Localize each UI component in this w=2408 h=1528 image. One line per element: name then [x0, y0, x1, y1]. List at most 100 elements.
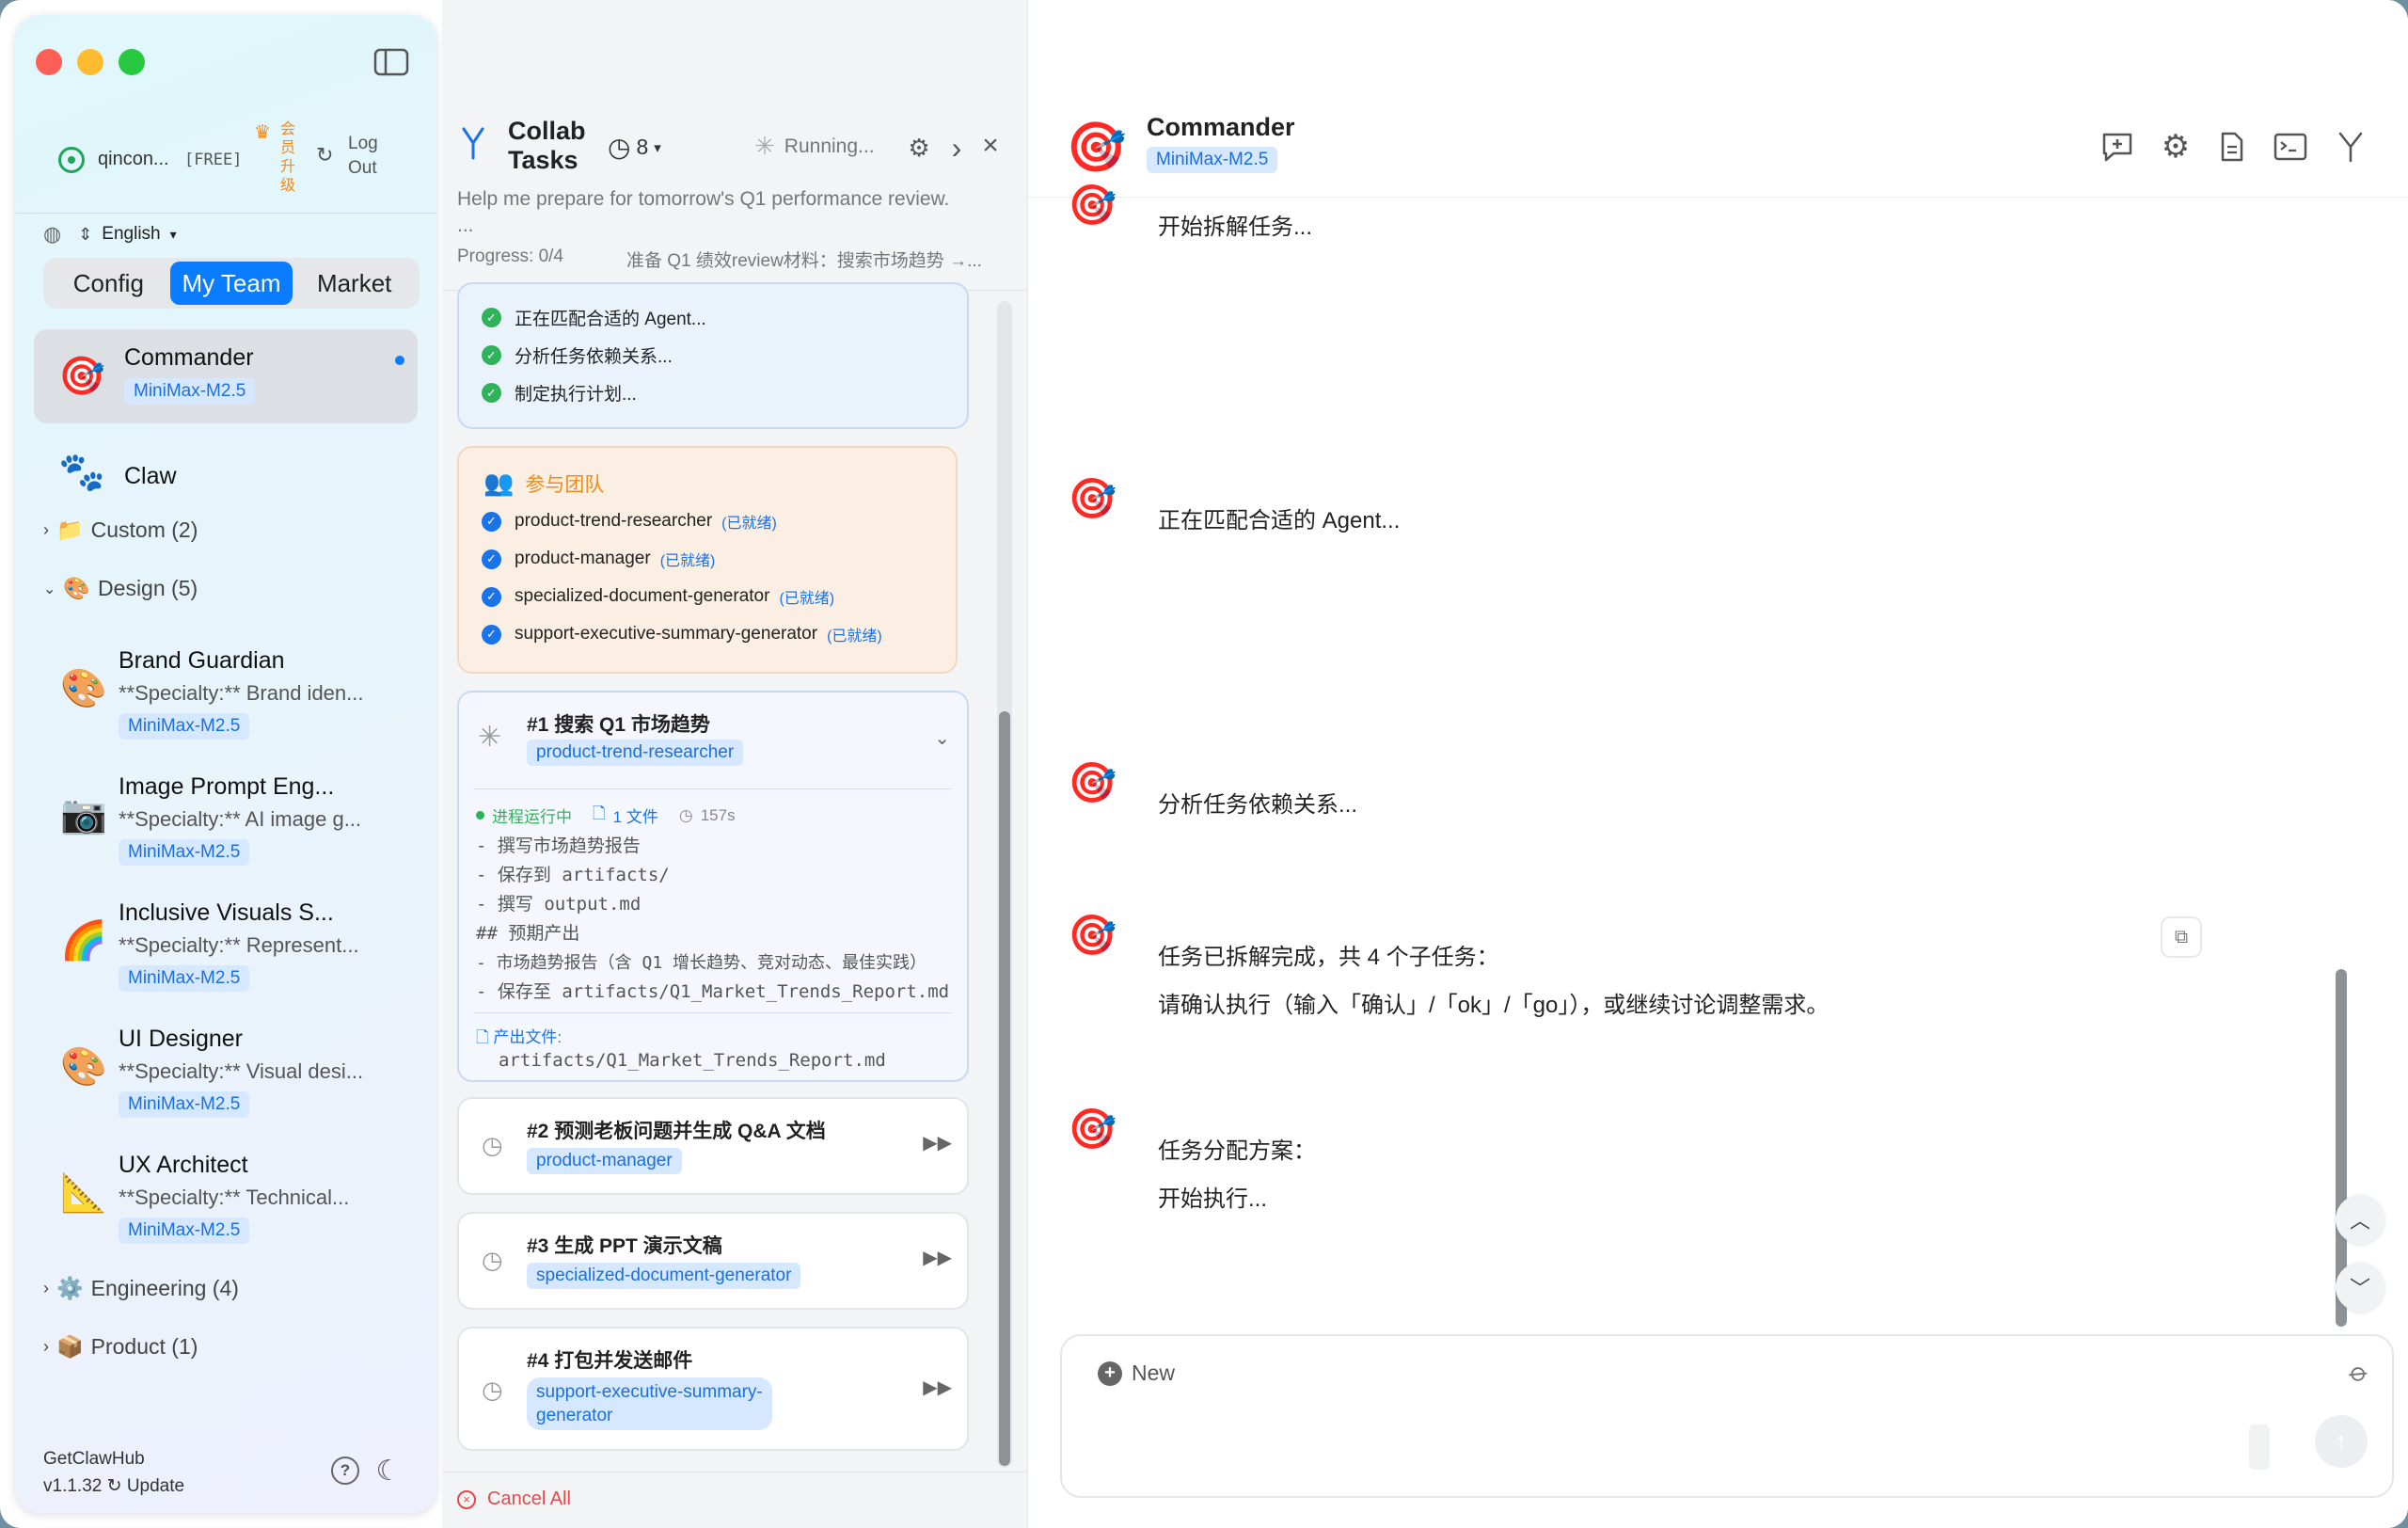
user-row: qincon... [FREE] ♛ 会员升级 ↻ Log Out — [43, 120, 420, 205]
send-button[interactable]: ↑ — [2315, 1415, 2368, 1468]
tab-market[interactable]: Market — [293, 262, 416, 305]
zoom-window-button[interactable] — [119, 49, 145, 75]
check-icon: ✓ — [482, 308, 501, 327]
target-icon: 🎯 — [1068, 1106, 1117, 1151]
scroll-up-icon[interactable]: ︿ — [2336, 1195, 2384, 1244]
task-card-2[interactable]: ◷ #2 预测老板问题并生成 Q&A 文档 product-manager ▶▶ — [457, 1097, 969, 1195]
user-name[interactable]: qincon... — [98, 149, 169, 170]
tab-my-team[interactable]: My Team — [169, 262, 293, 305]
help-icon[interactable]: ? — [331, 1456, 359, 1485]
chat-panel: 🎯 Commander MiniMax-M2.5 ⚙ 🎯 开始拆解任务... 🎯… — [1027, 0, 2408, 1528]
chat-agent-name: Commander — [1147, 113, 1295, 141]
task-title: #4 打包并发送邮件 — [527, 1350, 693, 1372]
chevron-right-icon[interactable]: › — [941, 131, 973, 165]
group-design[interactable]: ⌄ 🎨 Design (5) — [43, 576, 198, 601]
agent-item-ux-architect[interactable]: 📐 UX Architect **Specialty:** Technical.… — [34, 1133, 418, 1255]
collab-prompt: Help me prepare for tomorrow's Q1 perfor… — [457, 188, 950, 236]
update-label: Update — [126, 1476, 185, 1496]
people-icon: 👥 — [483, 469, 515, 497]
chevron-down-icon: ⌄ — [43, 581, 56, 597]
group-engineering[interactable]: › ⚙️ Engineering (4) — [43, 1276, 239, 1301]
chat-scrollbar[interactable] — [2334, 198, 2349, 1327]
plan-step: ✓ 制定执行计划... — [482, 380, 637, 406]
team-member: ✓ product-manager (已就绪) — [482, 548, 715, 570]
task-card-3[interactable]: ◷ #3 生成 PPT 演示文稿 specialized-document-ge… — [457, 1212, 969, 1310]
group-label: Product (1) — [90, 1334, 198, 1359]
camera-icon: 📷 — [60, 794, 107, 836]
cancel-all-button[interactable]: × Cancel All — [457, 1488, 571, 1510]
language-selector[interactable]: ◍ ⇕ English ▾ — [43, 222, 177, 247]
chevron-right-icon: › — [43, 520, 49, 539]
task-card-1[interactable]: ✳ #1 搜索 Q1 市场趋势 product-trend-researcher… — [457, 691, 969, 1082]
model-badge: MiniMax-M2.5 — [119, 839, 250, 866]
group-custom[interactable]: › 📁 Custom (2) — [43, 517, 198, 543]
history-button[interactable]: ◷ 8 ▾ — [608, 132, 661, 163]
new-label: New — [1132, 1361, 1176, 1385]
group-product[interactable]: › 📦 Product (1) — [43, 1334, 198, 1360]
sidebar-toggle-icon[interactable] — [372, 45, 410, 79]
progress-desc: 准备 Q1 绩效review材料：搜索市场趋势 →... — [626, 251, 982, 271]
logout-button[interactable]: ↻ Log Out — [316, 132, 386, 181]
agent-item-ui-designer[interactable]: 🎨 UI Designer **Specialty:** Visual desi… — [34, 1007, 418, 1129]
agent-name: Commander — [124, 344, 254, 371]
moon-icon[interactable]: ☾ — [372, 1455, 404, 1487]
close-icon[interactable]: × — [974, 130, 1006, 162]
gear-icon[interactable]: ⚙ — [903, 132, 935, 164]
unread-dot — [395, 356, 404, 365]
voice-indicator — [2249, 1425, 2270, 1470]
app-window: qincon... [FREE] ♛ 会员升级 ↻ Log Out ◍ ⇕ En… — [0, 0, 2408, 1528]
plan-badge: [FREE] — [184, 151, 243, 169]
scrollbar-thumb[interactable] — [999, 711, 1010, 1466]
document-icon[interactable] — [2213, 128, 2251, 166]
task-card-4[interactable]: ◷ #4 打包并发送邮件 support-executive-summary-g… — [457, 1327, 969, 1451]
fast-forward-icon[interactable]: ▶▶ — [923, 1376, 952, 1399]
scrollbar-track[interactable] — [997, 301, 1012, 1468]
paw-icon: 🐾 — [58, 452, 105, 493]
agent-item-claw[interactable]: 🐾 Claw — [34, 435, 418, 516]
target-icon: 🎯 — [1068, 760, 1117, 804]
message-text: 开始拆解任务... — [1158, 215, 1313, 240]
chevron-down-icon[interactable]: ⌄ — [934, 726, 950, 750]
task-agent-badge: product-manager — [527, 1148, 682, 1174]
new-chat-icon[interactable] — [2099, 128, 2136, 166]
agent-name: Image Prompt Eng... — [119, 773, 335, 800]
copy-icon[interactable]: ⧉ — [2161, 916, 2202, 958]
branch-icon[interactable] — [2332, 128, 2369, 166]
gear-icon[interactable]: ⚙ — [2157, 128, 2194, 166]
output-file[interactable]: artifacts/Q1_Market_Trends_Report.md — [499, 1050, 886, 1071]
agent-item-commander[interactable]: 🎯 Commander MiniMax-M2.5 — [34, 329, 418, 423]
agent-item-image-prompt-engineer[interactable]: 📷 Image Prompt Eng... **Specialty:** AI … — [34, 755, 418, 877]
updown-icon: ⇕ — [78, 224, 93, 244]
agent-specialty: **Specialty:** Brand iden... — [119, 681, 364, 705]
collab-header: Collab Tasks ◷ 8 ▾ ✳ Running... ⚙ › × Hel… — [442, 0, 1027, 292]
terminal-icon[interactable] — [2272, 128, 2309, 166]
fast-forward-icon[interactable]: ▶▶ — [923, 1131, 952, 1154]
task-agent-badge: support-executive-summary-generator — [527, 1377, 772, 1430]
minimize-window-button[interactable] — [77, 49, 103, 75]
agent-item-inclusive-visuals[interactable]: 🌈 Inclusive Visuals S... **Specialty:** … — [34, 881, 418, 1003]
chevron-right-icon: › — [43, 1279, 49, 1297]
file-icon: 🗋 — [476, 1028, 489, 1046]
paperclip-icon[interactable]: ⌀ — [2344, 1355, 2376, 1389]
user-avatar-icon[interactable] — [58, 147, 85, 173]
upgrade-button[interactable]: ♛ 会员升级 — [254, 120, 297, 205]
message-text: 任务已拆解完成，共 4 个子任务： — [1158, 945, 1499, 970]
divider — [15, 213, 436, 214]
scroll-down-icon[interactable]: ﹀ — [2336, 1263, 2384, 1312]
agent-specialty: **Specialty:** AI image g... — [119, 807, 362, 831]
task-agent-badge: specialized-document-generator — [527, 1263, 801, 1289]
agent-item-brand-guardian[interactable]: 🎨 Brand Guardian **Specialty:** Brand id… — [34, 629, 418, 751]
message-input[interactable]: + New ⌀ ↑ — [1060, 1334, 2394, 1498]
file-count[interactable]: 1 文件 — [613, 804, 658, 827]
spinner-icon: ✳ — [478, 722, 502, 753]
clock-icon: ◷ — [482, 1376, 503, 1404]
update-button[interactable]: ↻ Update — [107, 1476, 184, 1496]
message-text: 请确认执行（输入「确认」/「ok」/「go」），或继续讨论调整需求。 — [1158, 993, 1830, 1018]
fast-forward-icon[interactable]: ▶▶ — [923, 1246, 952, 1269]
task-log: - 撰写市场趋势报告 - 保存到 artifacts/ - 撰写 output.… — [476, 836, 950, 1002]
tab-config[interactable]: Config — [47, 262, 170, 305]
target-icon: 🎯 — [1068, 913, 1117, 957]
close-window-button[interactable] — [36, 49, 62, 75]
message-text: 任务分配方案： — [1158, 1138, 1316, 1164]
new-button[interactable]: + New — [1098, 1361, 1175, 1386]
